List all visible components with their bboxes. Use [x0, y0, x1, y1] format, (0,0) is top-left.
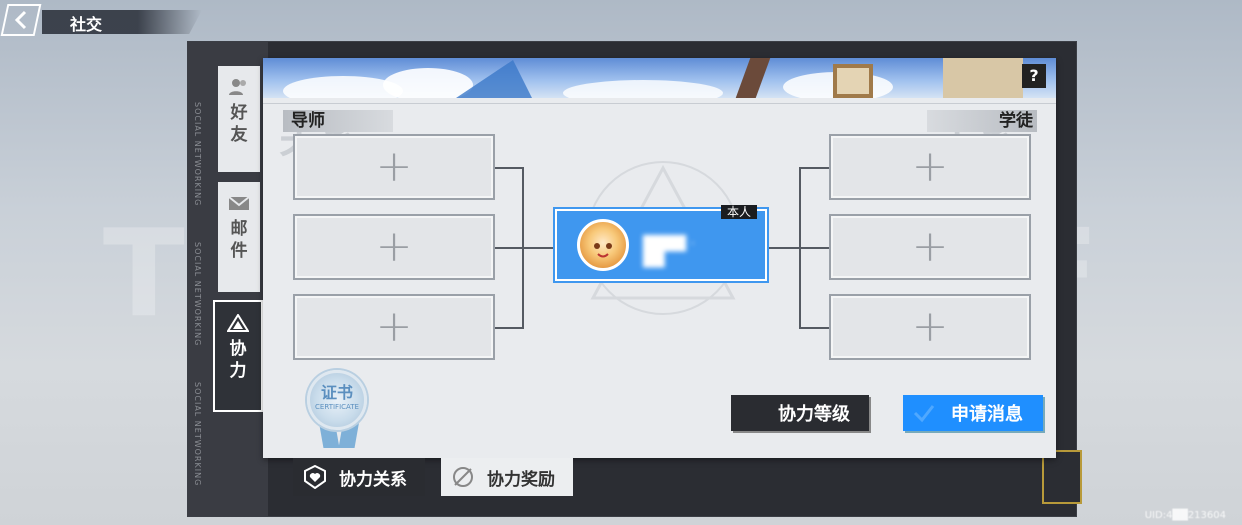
back-arrow-icon	[14, 10, 27, 30]
player-name: ████ · ██	[643, 236, 695, 268]
vertical-label: SOCIAL NETWORKING	[193, 102, 202, 207]
vertical-label: SOCIAL NETWORKING	[193, 242, 202, 347]
certificate-title: 证书	[320, 383, 353, 402]
cooperation-level-button[interactable]: 协力等级	[731, 395, 869, 431]
plus-icon: +	[911, 221, 949, 272]
title-background	[42, 10, 202, 34]
tab-cooperation-relation[interactable]: 协力关系	[293, 458, 425, 496]
vertical-label: SOCIAL NETWORKING	[193, 382, 202, 487]
sidebar-item-mail[interactable]: 邮 件	[218, 182, 260, 292]
plus-icon: +	[375, 141, 413, 192]
sidebar-item-label: 友	[230, 125, 248, 145]
connector-line	[522, 167, 524, 329]
student-slot[interactable]: +	[829, 134, 1031, 200]
button-label: 申请消息	[951, 404, 1023, 425]
mentor-slot[interactable]: +	[293, 214, 495, 280]
tower-illustration	[456, 60, 532, 98]
connector-line	[767, 247, 829, 249]
plus-icon: +	[375, 221, 413, 272]
help-button[interactable]: ?	[1022, 64, 1046, 88]
mail-icon	[228, 196, 250, 210]
check-icon	[913, 405, 935, 423]
plus-icon: +	[911, 301, 949, 352]
student-header: 学徒	[927, 110, 1037, 132]
uid-label: UID:4██213604	[1144, 510, 1226, 521]
shield-heart-icon	[304, 465, 326, 489]
top-bar: 社交	[0, 0, 230, 38]
divider	[263, 98, 1056, 104]
connector-line	[495, 167, 523, 169]
plus-icon: +	[911, 141, 949, 192]
sidebar-item-friends[interactable]: 好 友	[218, 66, 260, 172]
certificate-button[interactable]: 证书 CERTIFICATE	[307, 370, 367, 430]
avatar-face-icon	[594, 243, 612, 258]
sidebar-item-label: 件	[230, 241, 248, 261]
decorative-card	[1042, 450, 1082, 504]
avatar	[577, 219, 629, 271]
application-message-button[interactable]: 申请消息	[903, 395, 1043, 431]
sidebar-item-label: 邮	[230, 219, 248, 239]
back-button[interactable]	[0, 4, 42, 36]
tab-label: 协力奖励	[487, 469, 555, 490]
student-slot[interactable]: +	[829, 214, 1031, 280]
page-title: 社交	[70, 15, 103, 34]
sidebar-item-label: 协	[229, 339, 247, 359]
button-label: 协力等级	[778, 404, 850, 425]
self-player-card[interactable]: 本人 ████ · ██	[553, 205, 769, 283]
cooperation-panel: ? 关系 导师 关系 学徒 + + + + + + 本人 ████ · ██	[263, 58, 1056, 458]
connector-line	[799, 327, 829, 329]
sidebar-item-cooperation[interactable]: 协 力	[213, 300, 263, 412]
tab-label: 协力关系	[339, 469, 407, 490]
mentor-header: 导师	[283, 110, 393, 132]
plus-icon: +	[375, 301, 413, 352]
self-badge: 本人	[720, 205, 757, 219]
connector-line	[799, 167, 801, 329]
connector-line	[495, 327, 523, 329]
connector-line	[799, 167, 829, 169]
reward-emblem-icon	[453, 467, 473, 487]
sidebar-item-label: 力	[229, 361, 247, 381]
tab-cooperation-reward[interactable]: 协力奖励	[441, 458, 573, 496]
friends-icon	[229, 79, 246, 95]
student-slot[interactable]: +	[829, 294, 1031, 360]
connector-line	[495, 247, 555, 249]
mentor-slot[interactable]: +	[293, 294, 495, 360]
triangle-emblem-icon	[227, 314, 249, 332]
banner-image: ?	[263, 58, 1056, 98]
mentor-slot[interactable]: +	[293, 134, 495, 200]
sidebar-item-label: 好	[230, 103, 248, 123]
certificate-subtitle: CERTIFICATE	[315, 403, 359, 411]
